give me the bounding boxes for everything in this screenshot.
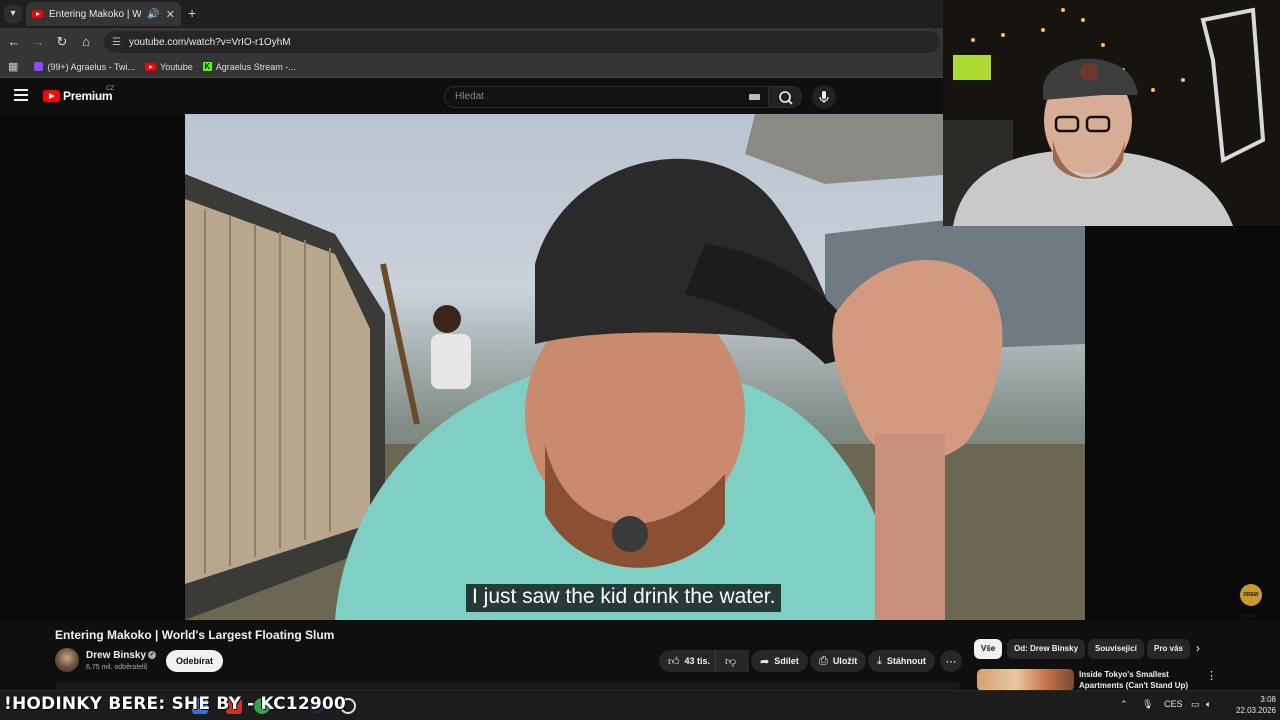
address-bar[interactable]: ☰ youtube.com/watch?v=VrIO-r1OyhM <box>104 31 940 53</box>
bookmark-label: (99+) Agraelus - Twi... <box>47 61 136 72</box>
more-actions-button[interactable]: ⋯ <box>940 650 962 672</box>
download-button[interactable]: ⤓ Stáhnout <box>868 650 935 672</box>
close-icon[interactable]: ✕ <box>166 8 175 21</box>
tray-overflow-icon[interactable]: ⌃ <box>1120 699 1128 710</box>
thumb-down-icon: 👎︎ <box>725 655 737 668</box>
share-icon: ➦ <box>760 655 770 668</box>
kick-icon: K <box>202 62 212 71</box>
save-button[interactable]: ⎙ Uložit <box>810 650 867 672</box>
bookmark-label: Agraelus Stream -... <box>215 61 296 72</box>
tab-title: Entering Makoko | World's Largest Floati… <box>49 8 142 20</box>
network-icon[interactable]: ▭ <box>1191 699 1200 710</box>
player-letterbox-left <box>0 114 185 620</box>
back-icon[interactable]: ← <box>6 34 22 49</box>
youtube-masthead: Premium CZ Hledat <box>0 79 943 114</box>
speaker-icon[interactable]: 🔊 <box>147 9 159 20</box>
reload-icon[interactable]: ↻ <box>54 34 70 50</box>
thumb-up-icon: 👍︎ <box>668 655 680 668</box>
volume-icon[interactable]: 🔈︎ <box>1206 699 1211 710</box>
chip-related[interactable]: Související <box>1088 639 1144 659</box>
description-box[interactable] <box>55 682 960 690</box>
download-label: Stáhnout <box>886 656 926 666</box>
microphone-icon <box>819 91 829 103</box>
language-indicator[interactable]: CES <box>1164 699 1183 709</box>
more-horizontal-icon: ⋯ <box>945 655 957 668</box>
forward-icon[interactable]: → <box>30 34 46 49</box>
search-placeholder: Hledat <box>455 91 484 102</box>
recommendation-title[interactable]: Inside Tokyo's Smallest Apartments (Can'… <box>1079 669 1194 691</box>
windows-taskbar: !HODINKY BERE: SHE BY - KC12900 ⌃ 🎙︎ CES… <box>0 690 1280 720</box>
more-vertical-icon[interactable]: ⋮ <box>1206 669 1217 682</box>
apps-grid-icon[interactable]: ▦ <box>8 60 18 73</box>
subscribe-button[interactable]: Odebírat <box>166 650 224 672</box>
tab-search-icon[interactable]: ▾ <box>4 5 22 23</box>
filter-chips: Vše Od: Drew Binsky Související Pro vás <box>974 639 1214 659</box>
screen: ▾ Entering Makoko | World's Largest Floa… <box>0 0 1280 720</box>
browser-tab-active[interactable]: Entering Makoko | World's Largest Floati… <box>26 2 181 26</box>
new-tab-icon[interactable]: + <box>188 5 196 21</box>
chip-for-you[interactable]: Pro vás <box>1147 639 1190 659</box>
chip-from-channel[interactable]: Od: Drew Binsky <box>1007 639 1086 659</box>
stream-ticker: !HODINKY BERE: SHE BY - KC12900 <box>4 694 346 714</box>
channel-avatar[interactable] <box>55 648 79 672</box>
microphone-tray-icon[interactable]: 🎙︎ <box>1142 699 1153 710</box>
clock-time: 3:08 <box>1260 695 1276 704</box>
bookmark-kick[interactable]: K Agraelus Stream -... <box>202 61 296 72</box>
bookmark-label: Youtube <box>160 61 193 72</box>
channel-name-text: Drew Binsky <box>86 650 147 661</box>
url-text: youtube.com/watch?v=VrIO-r1OyhM <box>128 36 291 48</box>
chevron-right-icon[interactable]: › <box>1196 641 1200 655</box>
chip-all[interactable]: Vše <box>974 639 1003 659</box>
dislike-button[interactable]: 👎︎ <box>715 650 749 672</box>
bookmark-twitch[interactable]: (99+) Agraelus - Twi... <box>34 62 135 72</box>
youtube-favicon-icon <box>32 10 43 18</box>
search-input[interactable]: Hledat <box>444 86 768 108</box>
country-code: CZ <box>106 86 114 92</box>
video-subtitle: I just saw the kid drink the water. <box>466 584 782 612</box>
twitch-icon <box>34 62 44 71</box>
subscriber-count: 6,75 mil. odběratelů <box>86 664 148 671</box>
download-icon: ⤓ <box>877 654 882 667</box>
keyboard-icon[interactable] <box>749 94 760 100</box>
streamer-webcam <box>943 0 1280 226</box>
home-icon[interactable]: ⌂ <box>78 34 94 49</box>
channel-name[interactable]: Drew Binsky ✓ <box>86 650 157 661</box>
share-label: Sdílet <box>774 656 799 666</box>
clock-date: 22.03.2026 <box>1235 706 1276 715</box>
system-clock[interactable]: 3:08 22.03.2026 <box>1228 694 1276 716</box>
browser-toolbar: ← → ↻ ⌂ ☰ youtube.com/watch?v=VrIO-r1Oyh… <box>0 28 943 56</box>
save-label: Uložit <box>832 656 858 666</box>
share-button[interactable]: ➦ Sdílet <box>751 650 808 672</box>
browser-tabstrip: ▾ Entering Makoko | World's Largest Floa… <box>0 0 943 28</box>
search-icon <box>779 91 793 105</box>
verified-icon: ✓ <box>148 651 157 660</box>
channel-watermark[interactable]: DREW BINSKY <box>1240 584 1262 620</box>
search-button[interactable] <box>768 86 802 108</box>
bookmark-youtube[interactable]: Youtube <box>145 62 193 72</box>
youtube-logo-icon <box>43 90 60 102</box>
voice-search-button[interactable] <box>812 85 836 109</box>
site-info-icon[interactable]: ☰ <box>112 37 121 48</box>
bookmark-icon: ⎙ <box>819 654 828 667</box>
youtube-icon <box>145 62 157 71</box>
like-count: 43 tis. <box>684 656 711 666</box>
video-title: Entering Makoko | World's Largest Floati… <box>55 628 335 642</box>
menu-icon[interactable] <box>14 89 28 101</box>
bookmarks-bar: ▦ (99+) Agraelus - Twi... Youtube K Agra… <box>0 56 943 78</box>
webcam-image <box>943 0 1280 226</box>
youtube-logo[interactable]: Premium <box>43 89 113 103</box>
logo-text: Premium <box>63 89 113 103</box>
recommendation-thumbnail[interactable] <box>977 669 1074 691</box>
